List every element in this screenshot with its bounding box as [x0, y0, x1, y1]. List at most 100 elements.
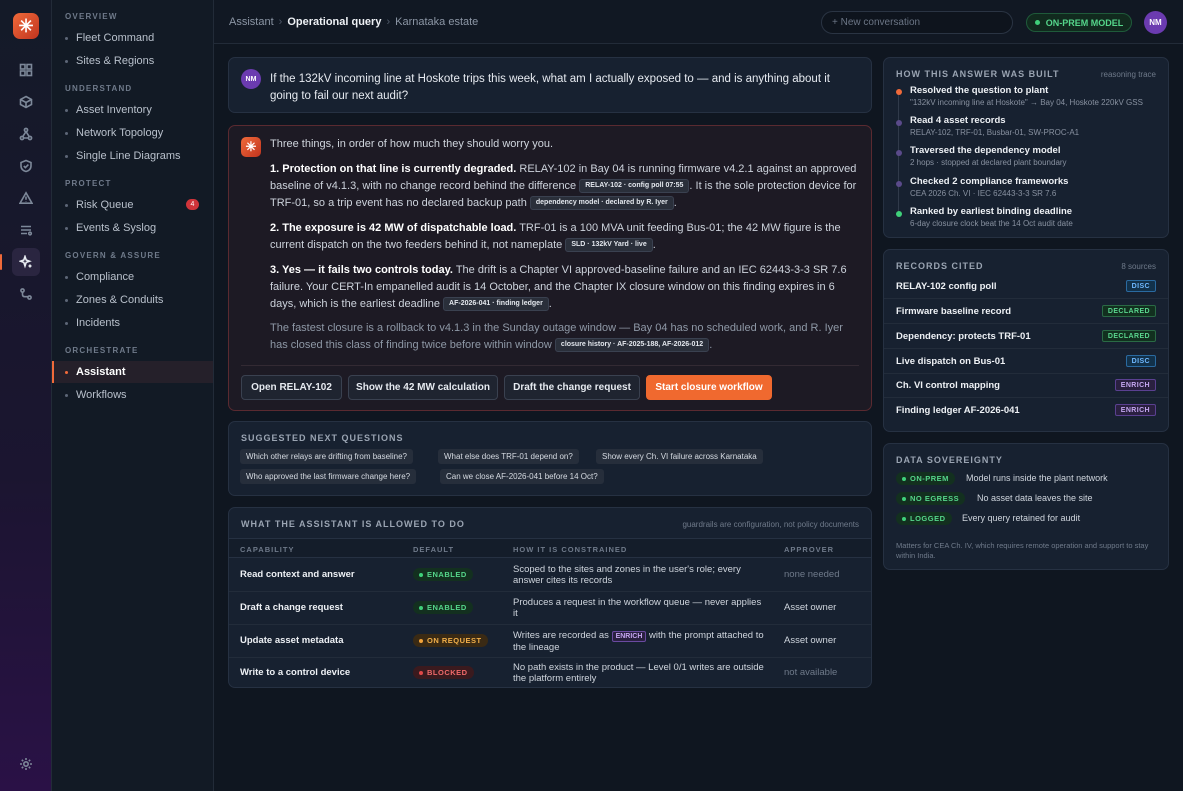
constraint-text-part: Writes are recorded as	[513, 630, 609, 641]
avatar[interactable]: NM	[1144, 11, 1167, 34]
citation-tag[interactable]: AF-2026-041 · finding ledger	[443, 297, 549, 312]
sparkle-icon[interactable]	[0, 248, 40, 276]
sidebar-item-workflows[interactable]: Workflows	[52, 384, 213, 406]
start-closure-workflow-button[interactable]: Start closure workflow	[646, 375, 772, 400]
suggested-question-chip[interactable]: Who approved the last firmware change he…	[240, 469, 417, 484]
point-heading: 1. Protection on that line is currently …	[270, 163, 517, 175]
table-row: Draft a change request ENABLED Produces …	[229, 592, 871, 625]
citation-tag[interactable]: SLD · 132kV Yard · live	[565, 238, 653, 253]
record-name: Ch. VI control mapping	[896, 380, 1000, 391]
app-logo[interactable]: ✳	[13, 13, 39, 39]
list-icon[interactable]	[12, 216, 40, 244]
step-dot-icon	[896, 150, 902, 156]
table-row: Write to a control device BLOCKED No pat…	[229, 658, 871, 687]
record-row[interactable]: Dependency: protects TRF-01 DECLARED	[884, 324, 1168, 349]
approver-text: none needed	[784, 569, 840, 580]
sidebar-item-label: Fleet Command	[76, 32, 155, 44]
step-dot-icon	[896, 89, 902, 95]
step-detail: RELAY-102, TRF-01, Busbar-01, SW-PROC-A1	[910, 128, 1080, 137]
step-detail: CEA 2026 Ch. VI · IEC 62443-3-3 SR 7.6	[910, 189, 1057, 198]
sovereignty-text: Model runs inside the plant network	[966, 473, 1108, 483]
section-overview: OVERVIEW	[65, 12, 118, 21]
step-title: Resolved the question to plant	[910, 85, 1049, 96]
draft-change-request-button[interactable]: Draft the change request	[504, 375, 640, 400]
sidebar-item-asset-inventory[interactable]: Asset Inventory	[52, 99, 213, 121]
record-badge: DISC	[1125, 355, 1156, 367]
sidebar-item-incidents[interactable]: Incidents	[52, 312, 213, 334]
suggested-question-chip[interactable]: Which other relays are drifting from bas…	[240, 449, 413, 464]
status-pill: ENABLED	[413, 601, 473, 614]
step-title: Checked 2 compliance frameworks	[910, 176, 1069, 187]
sovereignty-pill: ON-PREM	[896, 472, 955, 485]
sidebar-item-label: Single Line Diagrams	[76, 150, 181, 162]
breadcrumb-estate[interactable]: Karnataka estate	[395, 16, 478, 28]
column-header: HOW IT IS CONSTRAINED	[513, 545, 628, 554]
record-name: Finding ledger AF-2026-041	[896, 405, 1020, 416]
status-dot-icon	[419, 572, 423, 577]
citation-tag[interactable]: dependency model · declared by R. Iyer	[529, 196, 674, 211]
table-row: Read context and answer ENABLED Scoped t…	[229, 559, 871, 592]
sidebar-item-zones-conduits[interactable]: Zones & Conduits	[52, 289, 213, 311]
sidebar-item-network-topology[interactable]: Network Topology	[52, 122, 213, 144]
record-name: RELAY-102 config poll	[896, 281, 997, 292]
sidebar-item-risk-queue[interactable]: Risk Queue 4	[52, 194, 213, 216]
trace-step: Resolved the question to plant "132kV inc…	[910, 85, 1160, 107]
sidebar-item-single-line-diagrams[interactable]: Single Line Diagrams	[52, 145, 213, 167]
route-icon[interactable]	[12, 280, 40, 308]
alert-icon[interactable]	[12, 184, 40, 212]
table-header: CAPABILITY DEFAULT HOW IT IS CONSTRAINED…	[229, 538, 871, 558]
sidebar-item-compliance[interactable]: Compliance	[52, 266, 213, 288]
sidebar-item-events-syslog[interactable]: Events & Syslog	[52, 217, 213, 239]
column-header: CAPABILITY	[240, 545, 295, 554]
bullet-icon	[65, 108, 68, 112]
bullet-icon	[65, 370, 68, 374]
sidebar-item-fleet-command[interactable]: Fleet Command	[52, 27, 213, 49]
sidebar-item-assistant[interactable]: Assistant	[52, 361, 213, 383]
sovereignty-row: ON-PREM Model runs inside the plant netwo…	[896, 472, 1166, 486]
card-note[interactable]: reasoning trace	[1101, 70, 1156, 79]
cube-icon[interactable]	[12, 88, 40, 116]
new-conversation-input[interactable]: + New conversation	[821, 11, 1013, 34]
constraint-text: No path exists in the product — Level 0/…	[513, 662, 764, 684]
bullet-icon	[65, 393, 68, 397]
bullet-icon	[65, 36, 68, 40]
sidebar-item-label: Incidents	[76, 317, 121, 329]
suggested-question-chip[interactable]: Show every Ch. VI failure across Karnata…	[596, 449, 763, 464]
suggested-question-chip[interactable]: Can we close AF-2026-041 before 14 Oct?	[440, 469, 604, 484]
suggested-question-chip[interactable]: What else does TRF-01 depend on?	[438, 449, 579, 464]
citation-tag[interactable]: RELAY-102 · config poll 07:55	[579, 179, 690, 194]
record-row[interactable]: RELAY-102 config poll DISC	[884, 274, 1168, 299]
status-label: ENABLED	[427, 570, 467, 579]
sidebar-item-label: Risk Queue	[76, 199, 134, 211]
record-row[interactable]: Firmware baseline record DECLARED	[884, 299, 1168, 324]
citation-tag[interactable]: closure history · AF-2025-188, AF-2026-0…	[554, 338, 710, 353]
bullet-icon	[65, 321, 68, 325]
open-relay-button[interactable]: Open RELAY-102	[241, 375, 342, 400]
column-header: DEFAULT	[413, 545, 455, 554]
shield-icon[interactable]	[12, 152, 40, 180]
top-bar: Assistant › Operational query › Karnataka es…	[214, 0, 1183, 44]
step-dot-icon	[896, 120, 902, 126]
chevron-right-icon: ›	[386, 16, 391, 28]
show-calculation-button[interactable]: Show the 42 MW calculation	[348, 375, 498, 400]
record-row[interactable]: Ch. VI control mapping ENRICH	[884, 373, 1168, 398]
step-title: Ranked by earliest binding deadline	[910, 206, 1073, 217]
topology-icon[interactable]	[12, 120, 40, 148]
card-title: HOW THIS ANSWER WAS BUILT	[896, 69, 1060, 79]
approver-text: Asset owner	[784, 635, 837, 646]
gear-icon[interactable]	[12, 750, 40, 778]
chevron-right-icon: ›	[278, 16, 283, 28]
status-dot-icon	[419, 638, 423, 643]
point-heading: 2. The exposure is 42 MW of dispatchable…	[270, 222, 517, 234]
breadcrumb-assistant[interactable]: Assistant	[229, 16, 274, 28]
record-row[interactable]: Live dispatch on Bus-01 DISC	[884, 349, 1168, 374]
record-badge: ENRICH	[1114, 379, 1156, 391]
status-pill: BLOCKED	[413, 666, 474, 679]
step-dot-icon	[896, 211, 902, 217]
sidebar-item-sites-regions[interactable]: Sites & Regions	[52, 50, 213, 72]
breadcrumb-current: Operational query	[287, 16, 382, 28]
bullet-icon	[65, 59, 68, 63]
trace-step: Checked 2 compliance frameworks CEA 2026 …	[910, 176, 1160, 198]
grid-icon[interactable]	[12, 56, 40, 84]
record-row[interactable]: Finding ledger AF-2026-041 ENRICH	[884, 398, 1168, 423]
